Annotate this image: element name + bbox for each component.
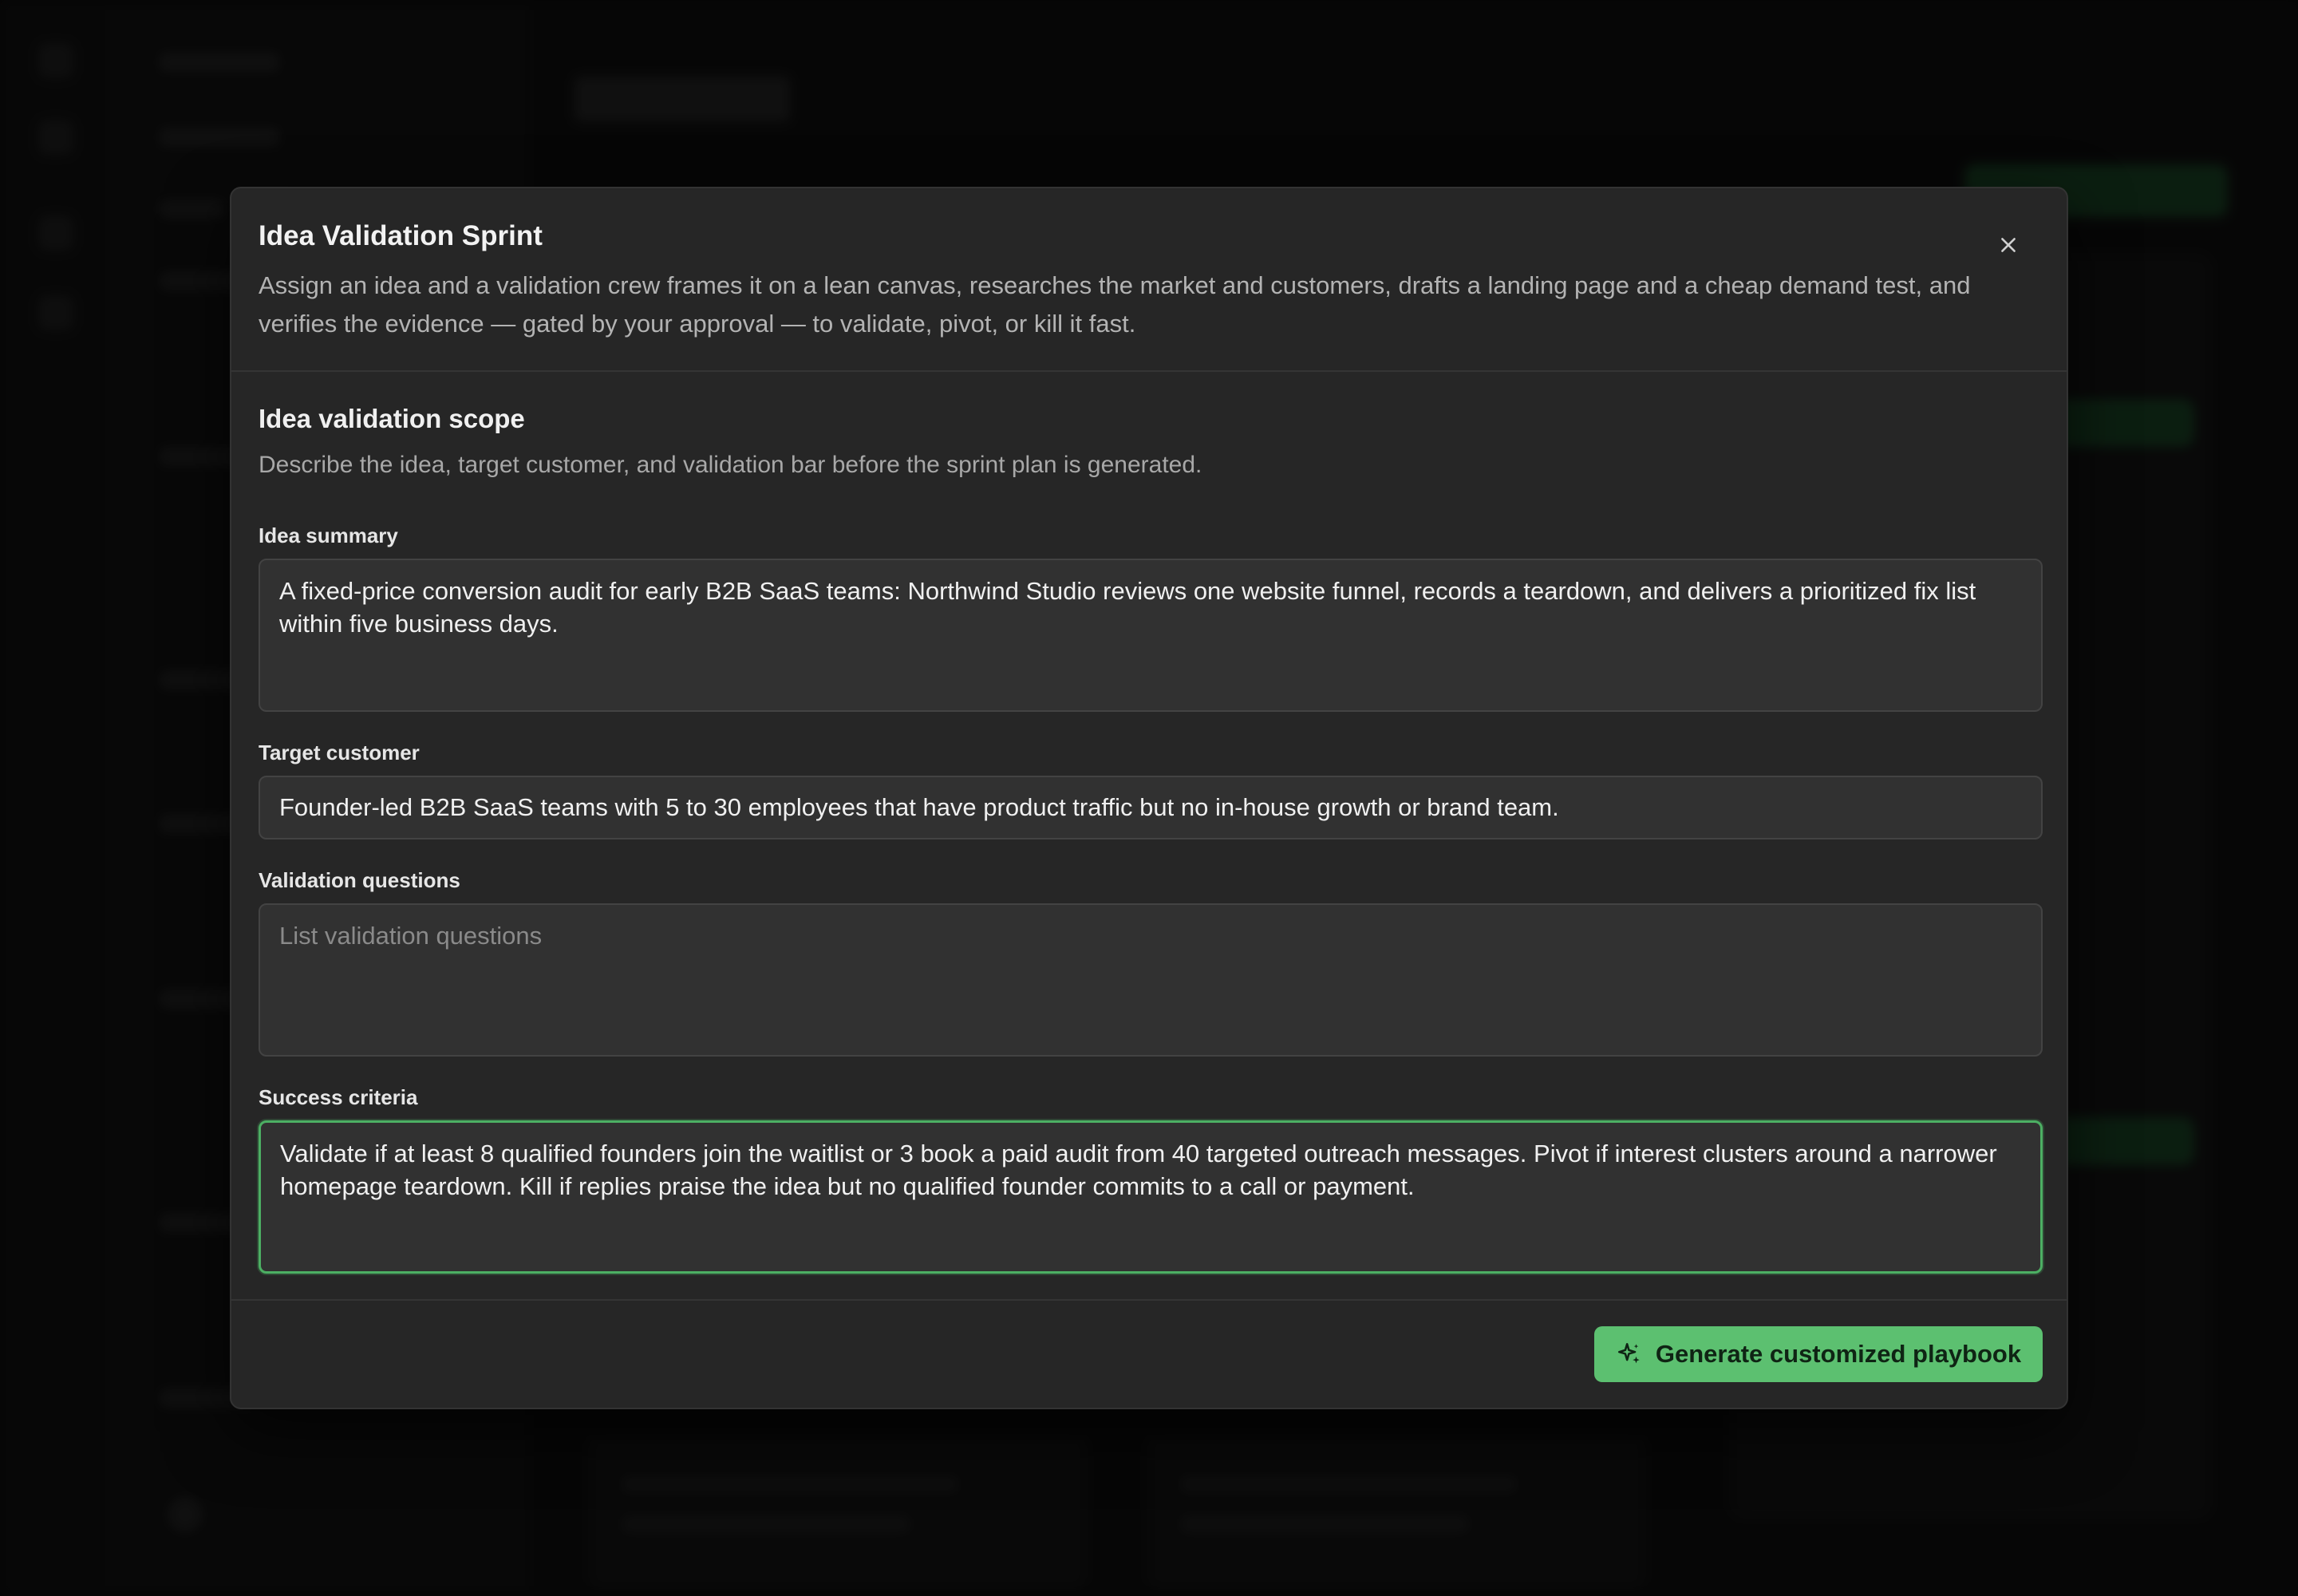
idea-summary-label: Idea summary — [259, 523, 398, 547]
target-customer-label: Target customer — [259, 741, 420, 764]
close-button[interactable] — [1987, 223, 2030, 267]
scope-description: Describe the idea, target customer, and … — [259, 452, 1202, 478]
success-criteria-label: Success criteria — [259, 1085, 418, 1109]
validation-questions-label: Validation questions — [259, 868, 460, 892]
validation-questions-input[interactable] — [259, 903, 2043, 1057]
modal-header: Idea Validation Sprint Assign an idea an… — [231, 188, 2067, 372]
generate-playbook-button[interactable]: Generate customized playbook — [1594, 1326, 2043, 1382]
scope-title: Idea validation scope — [259, 404, 525, 433]
generate-playbook-label: Generate customized playbook — [1655, 1340, 2022, 1368]
modal-title: Idea Validation Sprint — [259, 220, 543, 251]
target-customer-input[interactable] — [259, 776, 2043, 839]
success-criteria-input[interactable]: Validate if at least 8 qualified founder… — [259, 1120, 2043, 1274]
sparkles-icon — [1617, 1342, 1640, 1364]
idea-summary-input[interactable]: A fixed-price conversion audit for early… — [259, 559, 2043, 712]
idea-validation-modal: Idea Validation Sprint Assign an idea an… — [230, 187, 2068, 1409]
close-icon — [2001, 238, 2016, 252]
modal-footer: Generate customized playbook — [231, 1299, 2067, 1408]
modal-description: Assign an idea and a validation crew fra… — [259, 271, 1971, 338]
